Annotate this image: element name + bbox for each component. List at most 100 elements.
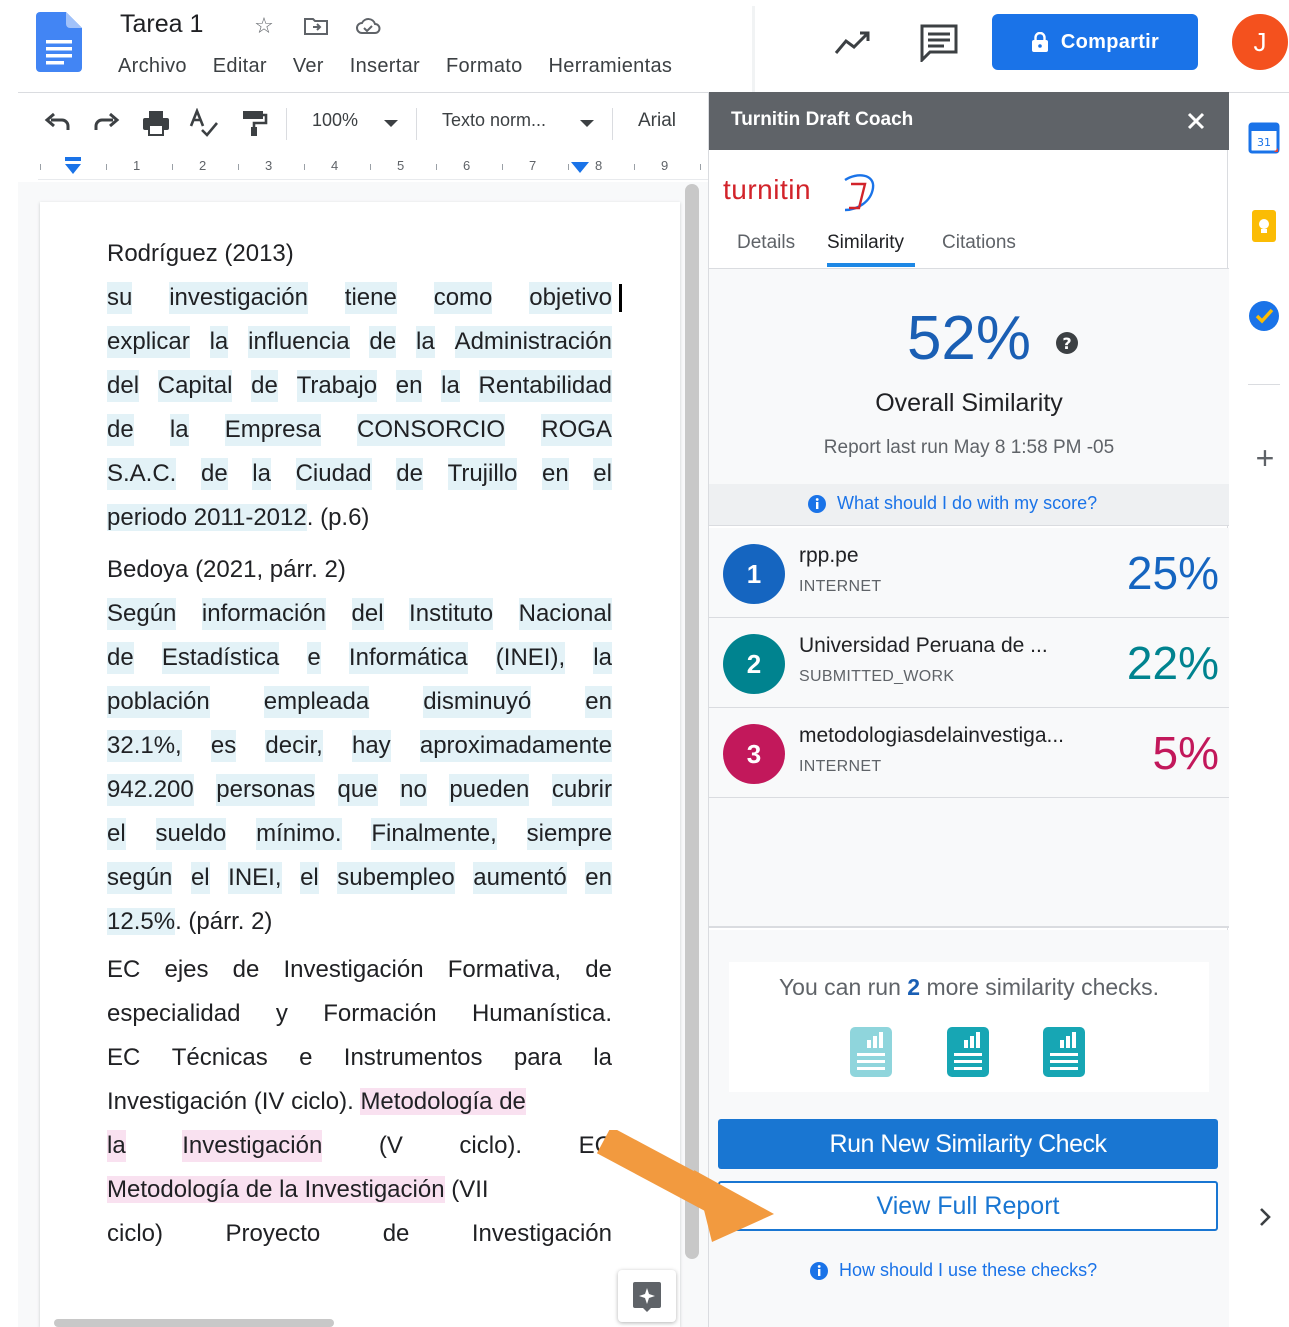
document-line[interactable]: periodo 2011-2012. (p.6) [107,502,612,534]
spellcheck-icon[interactable] [188,108,220,138]
highlighted-text: la [441,370,460,402]
document-title[interactable]: Tarea 1 [120,10,203,39]
document-line[interactable]: Según información del Instituto Nacional [107,598,612,630]
highlighted-text: en [395,370,423,402]
user-avatar[interactable]: J [1232,14,1288,70]
source-percentage: 25% [1126,547,1219,599]
document-line[interactable]: EC Técnicas e Instrumentos para la [107,1042,612,1074]
highlighted-text: 32.1%, [107,730,182,762]
menu-editar[interactable]: Editar [213,55,267,83]
redo-icon[interactable] [90,108,122,138]
close-icon[interactable] [1181,106,1211,136]
ruler-number: 7 [529,158,537,173]
share-button[interactable]: Compartir [992,14,1198,70]
source-percentage: 22% [1126,637,1219,689]
document-line[interactable]: 942.200 personas que no pueden cubrir [107,774,612,806]
highlighted-text: disminuyó [423,686,532,718]
star-icon[interactable]: ☆ [250,12,278,40]
ruler[interactable]: 1 2 3 4 5 6 7 8 9 [18,152,708,180]
document-line[interactable]: de Estadística e Informática (INEI), la [107,642,612,674]
document-line[interactable]: del Capital de Trabajo en la Rentabilidad [107,370,612,402]
document-line[interactable]: de la Empresa CONSORCIO ROGA [107,414,612,446]
document-line[interactable]: Rodríguez (2013) [107,238,612,270]
cloud-saved-icon[interactable] [354,12,382,40]
print-icon[interactable] [140,108,172,138]
source-row[interactable]: 1 rpp.pe INTERNET 25% [709,528,1229,618]
help-icon[interactable]: ? [1054,330,1080,356]
left-indent-marker-icon[interactable] [62,156,84,176]
highlighted-text: 12.5% [107,908,176,935]
text-cursor [619,284,622,312]
highlighted-text: Investigación [182,1130,323,1162]
view-full-report-button[interactable]: View Full Report [718,1181,1218,1231]
vertical-scrollbar[interactable] [685,184,699,1259]
paragraph-style-select[interactable]: Texto norm... [442,110,546,131]
source-row[interactable]: 2 Universidad Peruana de ... SUBMITTED_WOR… [709,618,1229,708]
comment-history-icon[interactable] [918,22,960,62]
calendar-app-icon[interactable]: 31 [1244,118,1284,158]
horizontal-scrollbar[interactable] [54,1319,334,1327]
activity-trend-icon[interactable] [832,25,872,61]
document-line[interactable]: según el INEI, el subempleo aumentó en [107,862,612,894]
document-line[interactable]: 12.5%. (párr. 2) [107,906,612,938]
menu-insertar[interactable]: Insertar [350,55,420,83]
document-line[interactable]: S.A.C. de la Ciudad de Trujillo en el [107,458,612,490]
menu-herramientas[interactable]: Herramientas [549,55,673,83]
source-name: Universidad Peruana de ... [799,634,1048,657]
highlighted-text: Trabajo [296,370,378,402]
highlighted-text: hay [351,730,391,762]
chevron-right-icon[interactable] [1250,1200,1280,1234]
score-help-link[interactable]: What should I do with my score? [807,493,1097,514]
tab-citations[interactable]: Citations [942,232,1016,254]
tab-similarity[interactable]: Similarity [827,232,904,254]
document-line[interactable]: EC ejes de Investigación Formativa, de [107,954,612,986]
paint-format-icon[interactable] [238,108,270,138]
keep-app-icon[interactable] [1244,206,1284,246]
google-docs-logo-icon[interactable] [36,12,82,72]
docs-header: Tarea 1 ☆ Archivo Editar Ver Insertar Fo… [0,0,1289,94]
document-line[interactable]: su investigación tiene como objetivo [107,282,612,314]
highlighted-text: de [396,458,423,490]
ruler-tick [634,164,635,170]
checks-help-link[interactable]: How should I use these checks? [809,1260,1097,1281]
tasks-app-icon[interactable] [1244,296,1284,336]
document-line[interactable]: Metodología de la Investigación (VII [107,1174,612,1206]
undo-icon[interactable] [42,108,74,138]
zoom-caret-icon[interactable] [384,120,398,127]
document-line[interactable]: 32.1%, es decir, hay aproximadamente [107,730,612,762]
document-line[interactable]: población empleada disminuyó en [107,686,612,718]
right-indent-marker-icon[interactable] [569,160,591,174]
highlighted-text: Informática [348,642,468,674]
document-text: . (párr. 2) [175,908,273,935]
document-line[interactable]: Investigación (IV ciclo). Metodología de [107,1086,612,1118]
zoom-select[interactable]: 100% [312,110,358,131]
document-text: especialidad [107,1000,241,1027]
document-line[interactable]: ciclo) Proyecto de Investigación [107,1218,612,1250]
highlighted-text: explicar [107,326,190,358]
font-select[interactable]: Arial [638,110,676,132]
add-addon-icon[interactable]: + [1250,440,1280,477]
highlighted-text: según [107,862,173,894]
source-row[interactable]: 3 metodologiasdelainvestiga... INTERNET 5% [709,708,1229,798]
tab-details[interactable]: Details [737,232,795,254]
ruler-tick [502,164,503,170]
document-line[interactable]: el sueldo mínimo. Finalmente, siempre [107,818,612,850]
document-line[interactable]: la Investigación (V ciclo). EC [107,1130,612,1162]
score-help-text: What should I do with my score? [837,493,1098,513]
checks-prefix: You can run [778,974,908,1000]
run-new-similarity-check-button[interactable]: Run New Similarity Check [718,1119,1218,1169]
highlighted-text: (INEI), [495,642,566,674]
move-folder-icon[interactable] [302,12,330,40]
menu-archivo[interactable]: Archivo [118,55,187,83]
source-rank-badge: 1 [723,544,785,604]
menu-ver[interactable]: Ver [293,55,324,83]
document-line[interactable]: especialidad y Formación Humanística. [107,998,612,1030]
highlighted-text: en [585,862,612,894]
document-line[interactable]: Bedoya (2021, párr. 2) [107,554,612,586]
menu-formato[interactable]: Formato [446,55,523,83]
document-line[interactable]: explicar la influencia de la Administración [107,326,612,358]
explore-button[interactable] [618,1270,676,1322]
highlighted-text: Capital [157,370,233,402]
style-caret-icon[interactable] [580,120,594,127]
side-panel-divider [1248,384,1280,385]
